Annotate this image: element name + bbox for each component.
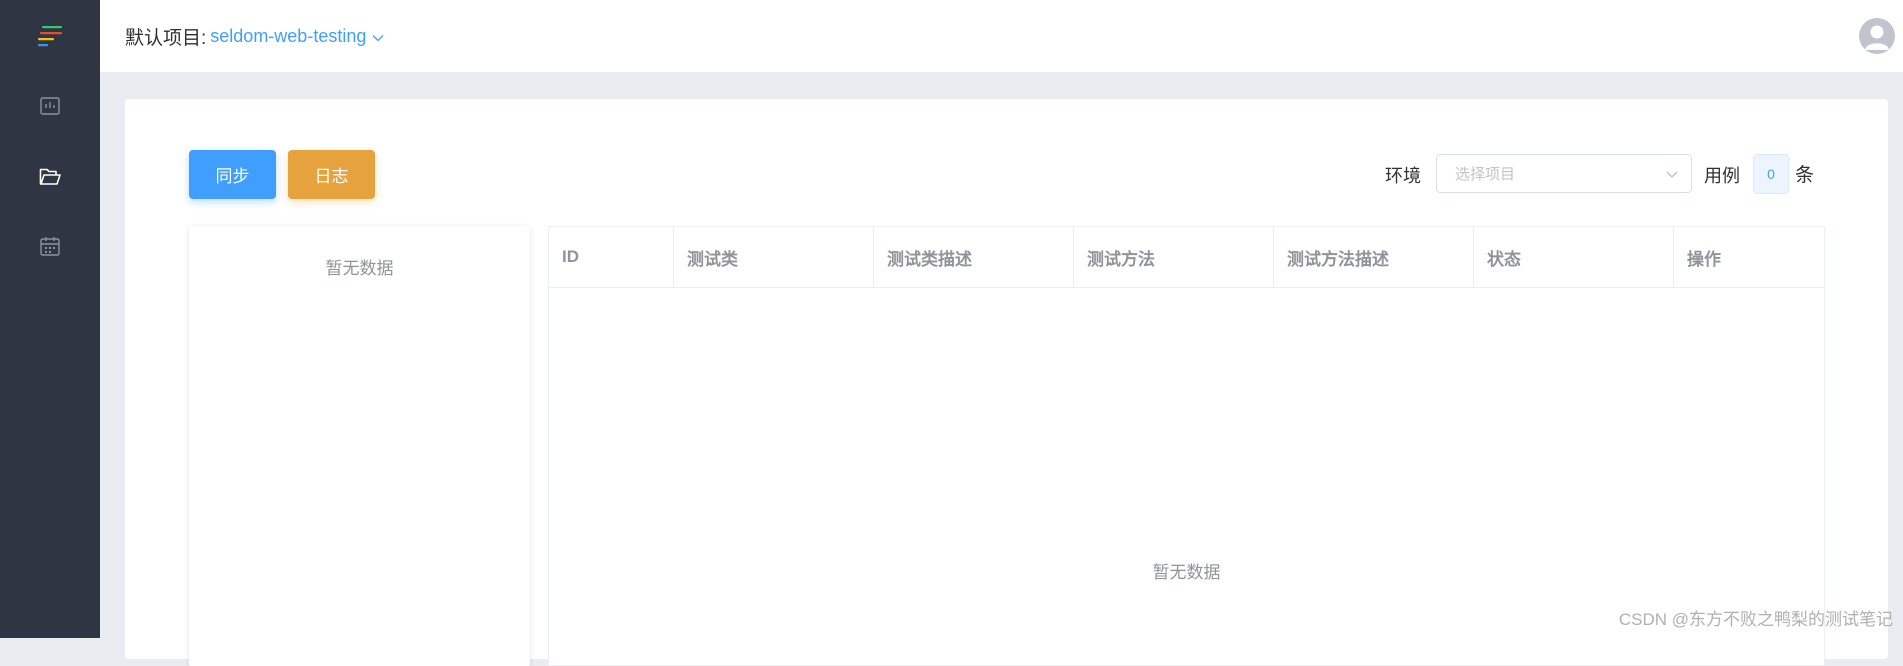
env-select[interactable]: 选择项目 bbox=[1436, 154, 1692, 193]
column-header-actions[interactable]: 操作 bbox=[1674, 227, 1824, 287]
env-label: 环境 bbox=[1385, 162, 1421, 188]
column-header-status[interactable]: 状态 bbox=[1474, 227, 1674, 287]
case-count-badge: 0 bbox=[1753, 154, 1789, 194]
column-header-id[interactable]: ID bbox=[549, 227, 674, 287]
sidebar bbox=[0, 0, 100, 638]
case-table: ID 测试类 测试类描述 测试方法 测试方法描述 状态 操作 暂无数据 bbox=[548, 226, 1825, 666]
project-dropdown[interactable]: seldom-web-testing bbox=[210, 26, 384, 47]
folder-icon bbox=[39, 168, 61, 191]
sidebar-item-schedule[interactable] bbox=[0, 220, 100, 276]
calendar-icon bbox=[40, 236, 60, 261]
project-label: 默认项目: bbox=[125, 23, 206, 50]
chevron-down-icon bbox=[1665, 167, 1679, 185]
sync-button[interactable]: 同步 bbox=[189, 150, 276, 199]
main-card: 同步 日志 环境 选择项目 用例 0 条 暂无数据 ID 测试类 测试类描述 测… bbox=[125, 99, 1888, 659]
column-header-test-method[interactable]: 测试方法 bbox=[1074, 227, 1274, 287]
case-unit: 条 bbox=[1795, 160, 1814, 187]
watermark: CSDN @东方不败之鸭梨的测试笔记 bbox=[1619, 605, 1893, 630]
table-empty-text: 暂无数据 bbox=[549, 558, 1824, 583]
sidebar-item-dashboard[interactable] bbox=[0, 80, 100, 136]
case-label: 用例 bbox=[1704, 162, 1740, 188]
user-avatar[interactable] bbox=[1859, 18, 1895, 54]
dashboard-icon bbox=[40, 97, 60, 120]
tree-empty-text: 暂无数据 bbox=[189, 254, 530, 279]
tree-panel: 暂无数据 bbox=[189, 226, 530, 666]
chevron-down-icon bbox=[366, 26, 384, 47]
project-dropdown-value: seldom-web-testing bbox=[210, 26, 366, 47]
user-icon bbox=[1859, 18, 1895, 54]
column-header-test-class[interactable]: 测试类 bbox=[674, 227, 874, 287]
column-header-test-method-desc[interactable]: 测试方法描述 bbox=[1274, 227, 1474, 287]
sidebar-item-projects[interactable] bbox=[0, 151, 100, 207]
column-header-test-class-desc[interactable]: 测试类描述 bbox=[874, 227, 1074, 287]
env-select-placeholder: 选择项目 bbox=[1455, 163, 1515, 184]
table-header: ID 测试类 测试类描述 测试方法 测试方法描述 状态 操作 bbox=[549, 227, 1824, 288]
log-button[interactable]: 日志 bbox=[288, 150, 375, 199]
top-header: 默认项目: seldom-web-testing bbox=[100, 0, 1903, 72]
menu-logo-icon[interactable] bbox=[38, 24, 64, 48]
